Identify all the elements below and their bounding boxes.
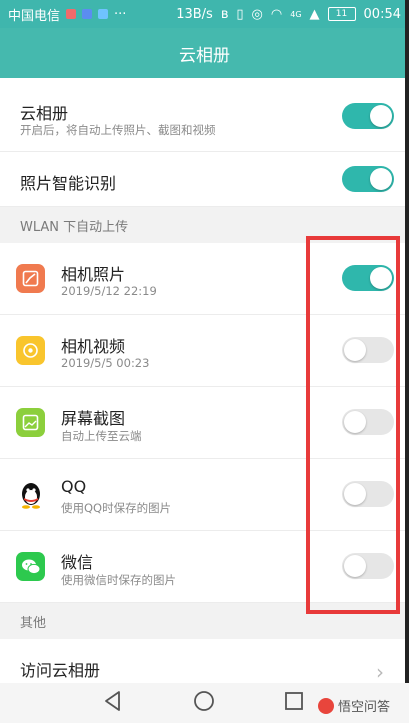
upload-title: 相机照片 <box>61 265 126 284</box>
camera-photo-toggle[interactable] <box>342 265 394 291</box>
section-header-other: 其他 <box>0 603 409 639</box>
status-bar: 中国电信 ··· 13B/s ʙ ▯ ◎ ◠ 4G ▲ 11 00:54 <box>0 0 409 28</box>
screen-edge <box>405 0 409 683</box>
camera-video-toggle[interactable] <box>342 337 394 363</box>
recents-button[interactable] <box>283 689 305 717</box>
section-title: WLAN 下自动上传 <box>20 219 129 235</box>
home-button[interactable] <box>192 689 216 717</box>
upload-row-camera-photo[interactable]: 相机照片 2019/5/12 22:19 <box>0 243 409 315</box>
battery-icon: 11 <box>327 7 356 21</box>
setting-title: 云相册 <box>20 104 69 123</box>
carrier-label: 中国电信 <box>8 8 61 24</box>
vibrate-icon: ▯ <box>236 6 244 22</box>
wukong-logo-icon <box>318 697 334 714</box>
gallery-notification-icon <box>98 9 109 19</box>
signal-icon: ▲ <box>309 6 320 22</box>
upload-title: 相机视频 <box>61 337 126 356</box>
upload-subtitle: 使用微信时保存的图片 <box>61 573 176 587</box>
alarm-icon: ◎ <box>251 6 263 22</box>
upload-row-screenshot[interactable]: 屏幕截图 自动上传至云端 <box>0 387 409 459</box>
camera-photo-icon <box>16 264 45 293</box>
wechat-icon <box>16 552 45 581</box>
notification-icon <box>66 9 77 19</box>
cloud-album-toggle[interactable] <box>342 103 394 129</box>
title-bar: 云相册 <box>0 28 409 78</box>
upload-date: 2019/5/5 00:23 <box>61 356 150 370</box>
camera-video-icon <box>16 336 45 365</box>
wifi-icon: ◠ <box>270 6 283 22</box>
setting-row-cloud-album[interactable]: 云相册 开启后，将自动上传照片、截图和视频 <box>0 78 409 152</box>
qq-toggle[interactable] <box>342 481 394 507</box>
setting-title: 照片智能识别 <box>20 174 117 193</box>
upload-title: 微信 <box>61 553 94 572</box>
more-notifications-icon: ··· <box>114 6 127 22</box>
setting-row-smart-recognition[interactable]: 照片智能识别 <box>0 152 409 207</box>
chevron-right-icon: › <box>376 660 384 684</box>
watermark: 悟空问答 <box>318 696 390 715</box>
upload-row-qq[interactable]: QQ 使用QQ时保存的图片 <box>0 459 409 531</box>
setting-subtitle: 开启后，将自动上传照片、截图和视频 <box>20 123 216 137</box>
wechat-toggle[interactable] <box>342 553 394 579</box>
network-speed: 13B/s <box>176 6 213 22</box>
page-title: 云相册 <box>179 45 230 66</box>
back-button[interactable] <box>102 689 124 717</box>
qq-penguin-icon <box>16 480 45 509</box>
upload-title: 屏幕截图 <box>61 409 126 428</box>
upload-row-camera-video[interactable]: 相机视频 2019/5/5 00:23 <box>0 315 409 387</box>
app-notification-icon <box>82 9 93 19</box>
upload-title: QQ <box>61 477 87 496</box>
screenshot-icon <box>16 408 45 437</box>
upload-row-wechat[interactable]: 微信 使用微信时保存的图片 <box>0 531 409 603</box>
clock: 00:54 <box>363 6 401 22</box>
battery-level: 11 <box>335 8 348 19</box>
section-title: 其他 <box>20 615 47 631</box>
visit-cloud-album-row[interactable]: 访问云相册 <box>0 639 409 683</box>
visit-cloud-album-label: 访问云相册 <box>20 661 101 680</box>
section-header-wlan: WLAN 下自动上传 <box>0 207 409 243</box>
upload-date: 2019/5/12 22:19 <box>61 284 157 298</box>
upload-subtitle: 自动上传至云端 <box>61 429 142 443</box>
smart-recognition-toggle[interactable] <box>342 166 394 192</box>
network-type: 4G <box>290 9 302 19</box>
bluetooth-icon: ʙ <box>220 6 229 22</box>
upload-subtitle: 使用QQ时保存的图片 <box>61 501 172 515</box>
watermark-text: 悟空问答 <box>338 700 391 715</box>
screenshot-toggle[interactable] <box>342 409 394 435</box>
